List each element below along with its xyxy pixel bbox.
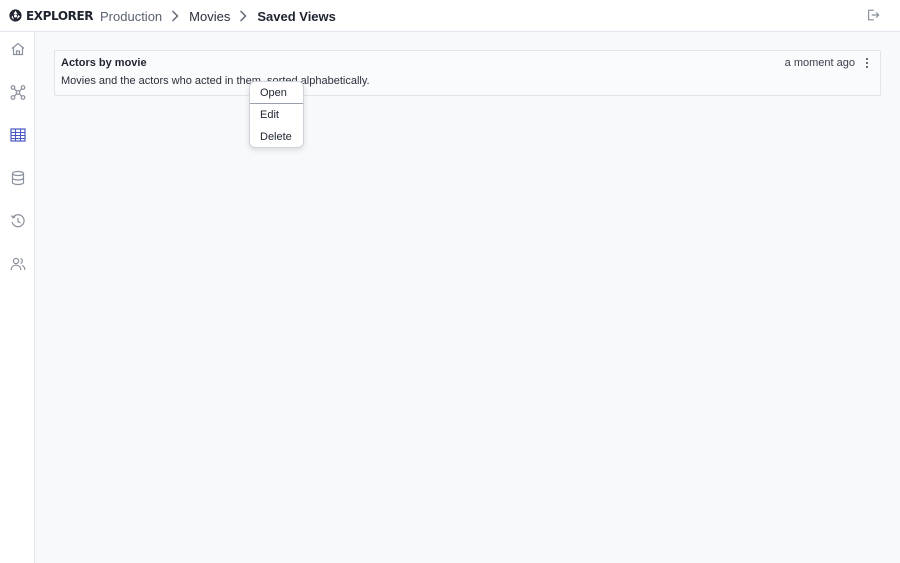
sidebar-item-users[interactable] <box>9 255 26 272</box>
sidebar-item-database[interactable] <box>9 169 26 186</box>
context-menu: Open Edit Delete <box>249 81 304 148</box>
sidebar-item-graph[interactable] <box>9 83 26 100</box>
app-name: EXPLORER <box>26 8 94 23</box>
main-content: Actors by movie Movies and the actors wh… <box>35 32 900 563</box>
app-logo[interactable]: EXPLORER <box>9 0 94 32</box>
breadcrumb-saved-views: Saved Views <box>257 8 336 24</box>
sidebar <box>0 32 35 563</box>
saved-view-description: Movies and the actors who acted in them,… <box>61 75 370 87</box>
top-bar: EXPLORER Production Movies Saved Views <box>0 0 900 32</box>
home-icon <box>11 42 24 55</box>
menu-item-delete[interactable]: Delete <box>250 126 303 148</box>
menu-item-edit[interactable]: Edit <box>250 104 303 126</box>
more-options-icon[interactable] <box>862 56 872 70</box>
breadcrumb-movies[interactable]: Movies <box>189 9 230 24</box>
chevron-right-icon <box>172 10 179 22</box>
saved-view-title: Actors by movie <box>61 57 147 69</box>
graph-icon <box>10 84 25 100</box>
breadcrumb-production[interactable]: Production <box>100 9 162 24</box>
breadcrumb: Production Movies Saved Views <box>100 0 336 32</box>
aperture-logo-icon <box>9 9 22 22</box>
users-icon <box>10 257 25 270</box>
chevron-right-icon <box>240 10 247 22</box>
sidebar-item-home[interactable] <box>9 40 26 57</box>
sidebar-item-saved-views[interactable] <box>9 126 26 143</box>
table-icon <box>9 127 26 142</box>
logout-icon[interactable] <box>866 8 880 22</box>
sidebar-item-history[interactable] <box>9 212 26 229</box>
menu-item-open[interactable]: Open <box>250 82 303 104</box>
saved-view-card[interactable]: Actors by movie Movies and the actors wh… <box>54 50 881 96</box>
history-icon <box>10 213 25 227</box>
database-icon <box>11 170 24 185</box>
saved-view-timestamp: a moment ago <box>784 57 855 69</box>
